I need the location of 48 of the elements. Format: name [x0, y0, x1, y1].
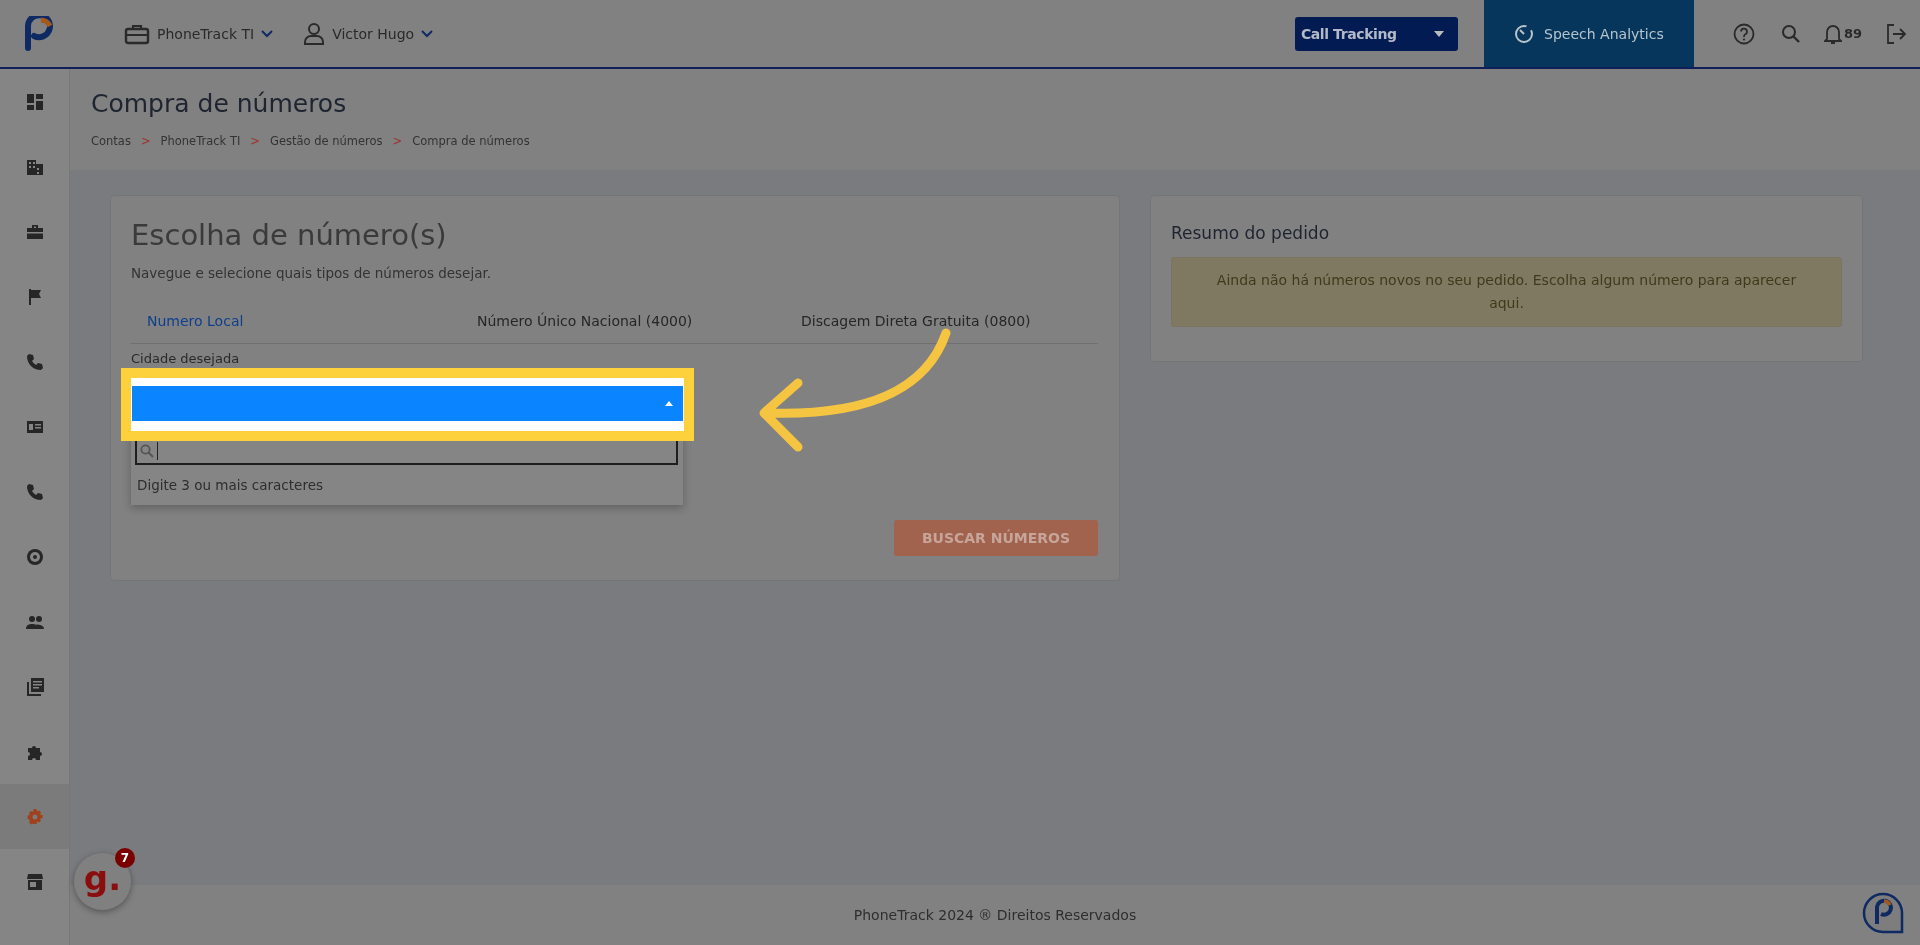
phone-icon: [25, 482, 44, 501]
empty-order-alert: Ainda não há números novos no seu pedido. Escolha algum número para aparecer aqui.: [1171, 257, 1842, 327]
disc-icon: [25, 547, 44, 566]
text-cursor: [157, 441, 158, 460]
copyright-text: PhoneTrack 2024 ® Direitos Reservados: [853, 907, 1137, 923]
number-type-tab[interactable]: Numero Local: [131, 313, 471, 329]
breadcrumb-separator: >: [392, 134, 403, 148]
chevron-icon: [261, 29, 274, 38]
page-title: Compra de números: [91, 89, 348, 118]
breadcrumb-separator: >: [250, 134, 260, 148]
building-icon: [25, 157, 44, 176]
user-menu[interactable]: Victor Hugo: [303, 21, 434, 46]
caret-icon: [1433, 30, 1444, 37]
settings-icon: [25, 807, 44, 826]
chat-logo-icon[interactable]: [1862, 892, 1904, 934]
briefcase-icon: [124, 22, 150, 45]
product-select[interactable]: Call Tracking: [1294, 16, 1458, 51]
notification-badge: 7: [115, 848, 135, 868]
speech-analytics-tab[interactable]: Speech Analytics: [1483, 0, 1694, 67]
logo-icon[interactable]: [24, 15, 54, 52]
bell-icon: [1823, 22, 1842, 45]
field-label: Cidade desejada: [131, 351, 240, 366]
number-type-tab[interactable]: Número Único Nacional (4000): [471, 313, 801, 329]
search-icon: [140, 443, 154, 458]
phone-icon: [25, 352, 44, 371]
card-title: Escolha de número(s): [131, 218, 448, 252]
account-menu[interactable]: PhoneTrack TI: [124, 22, 274, 45]
logout-icon[interactable]: [1885, 22, 1907, 45]
help-icon[interactable]: [1732, 22, 1755, 45]
notifications-button[interactable]: 89: [1823, 22, 1862, 45]
breadcrumb-link[interactable]: Gestão de números: [270, 134, 383, 148]
card-subtitle: Navegue e selecione quais tipos de números desejar.: [131, 265, 493, 281]
number-type-tab[interactable]: Discagem Direta Gratuita (0800): [801, 313, 1031, 329]
search-field[interactable]: [135, 438, 678, 465]
breadcrumb-link[interactable]: PhoneTrack TI: [160, 134, 241, 148]
book-icon: [25, 677, 44, 696]
caret-icon: [665, 401, 673, 406]
timer-icon: [1514, 23, 1535, 44]
breadcrumb-link[interactable]: Contas: [91, 134, 131, 148]
user-icon: [303, 21, 326, 46]
case-icon: [25, 222, 44, 241]
dropdown-hint: Digite 3 ou mais caracteres: [136, 476, 324, 495]
breadcrumb-separator: >: [140, 134, 151, 148]
search-icon[interactable]: [1780, 23, 1801, 44]
chevron-icon: [421, 29, 434, 38]
dash-icon: [25, 92, 44, 111]
store-icon: [25, 872, 44, 891]
card-title: Resumo do pedido: [1171, 223, 1331, 243]
